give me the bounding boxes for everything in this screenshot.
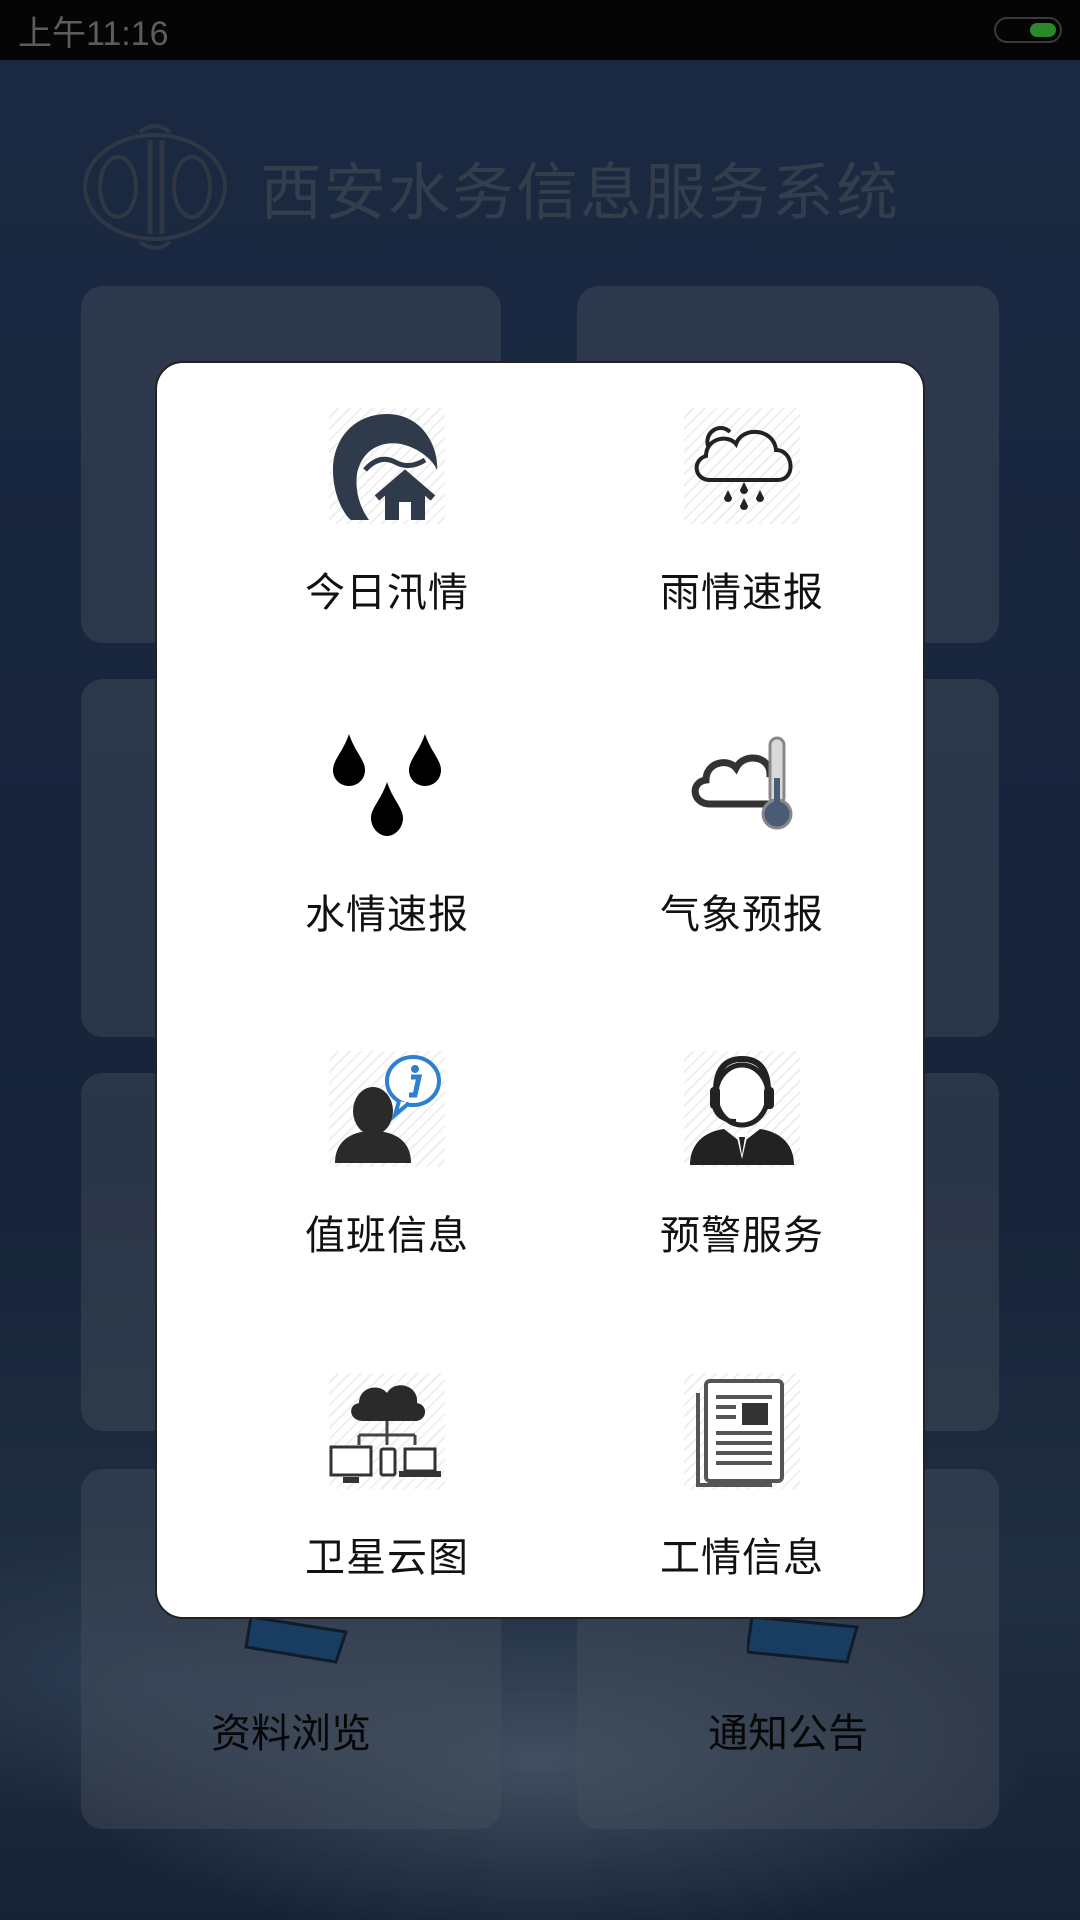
battery-icon	[994, 17, 1062, 43]
cloud-thermometer-icon	[684, 730, 800, 846]
rain-cloud-icon	[684, 408, 800, 524]
headset-operator-icon	[684, 1051, 800, 1167]
menu-item-flood[interactable]: 今日汛情	[257, 408, 517, 648]
water-drops-icon	[329, 730, 445, 846]
menu-item-water[interactable]: 水情速报	[257, 730, 517, 970]
menu-item-label: 预警服务	[660, 1213, 824, 1259]
newspaper-icon	[684, 1373, 800, 1489]
cloud-devices-icon	[329, 1373, 445, 1489]
menu-item-warning[interactable]: 预警服务	[612, 1051, 872, 1291]
status-time: 上午11:16	[18, 14, 169, 53]
menu-item-label: 水情速报	[305, 892, 469, 938]
menu-item-duty[interactable]: 值班信息	[257, 1051, 517, 1291]
menu-item-weather[interactable]: 气象预报	[612, 730, 872, 970]
menu-item-engineering[interactable]: 工情信息	[612, 1373, 872, 1613]
menu-item-label: 值班信息	[305, 1213, 469, 1259]
menu-item-label: 工情信息	[660, 1535, 824, 1581]
menu-item-label: 今日汛情	[305, 570, 469, 616]
flood-wave-house-icon	[329, 408, 445, 524]
menu-item-label: 雨情速报	[660, 570, 824, 616]
status-bar: 上午11:16	[0, 0, 1080, 60]
menu-item-satellite[interactable]: 卫星云图	[257, 1373, 517, 1613]
menu-dialog: 今日汛情 雨情速报 水情速报 气象预报 值班信息 预警服务 卫星云图 工情信息	[155, 361, 925, 1619]
menu-item-rain[interactable]: 雨情速报	[612, 408, 872, 648]
menu-item-label: 气象预报	[660, 892, 824, 938]
person-info-icon	[329, 1051, 445, 1167]
menu-item-label: 卫星云图	[305, 1535, 469, 1581]
